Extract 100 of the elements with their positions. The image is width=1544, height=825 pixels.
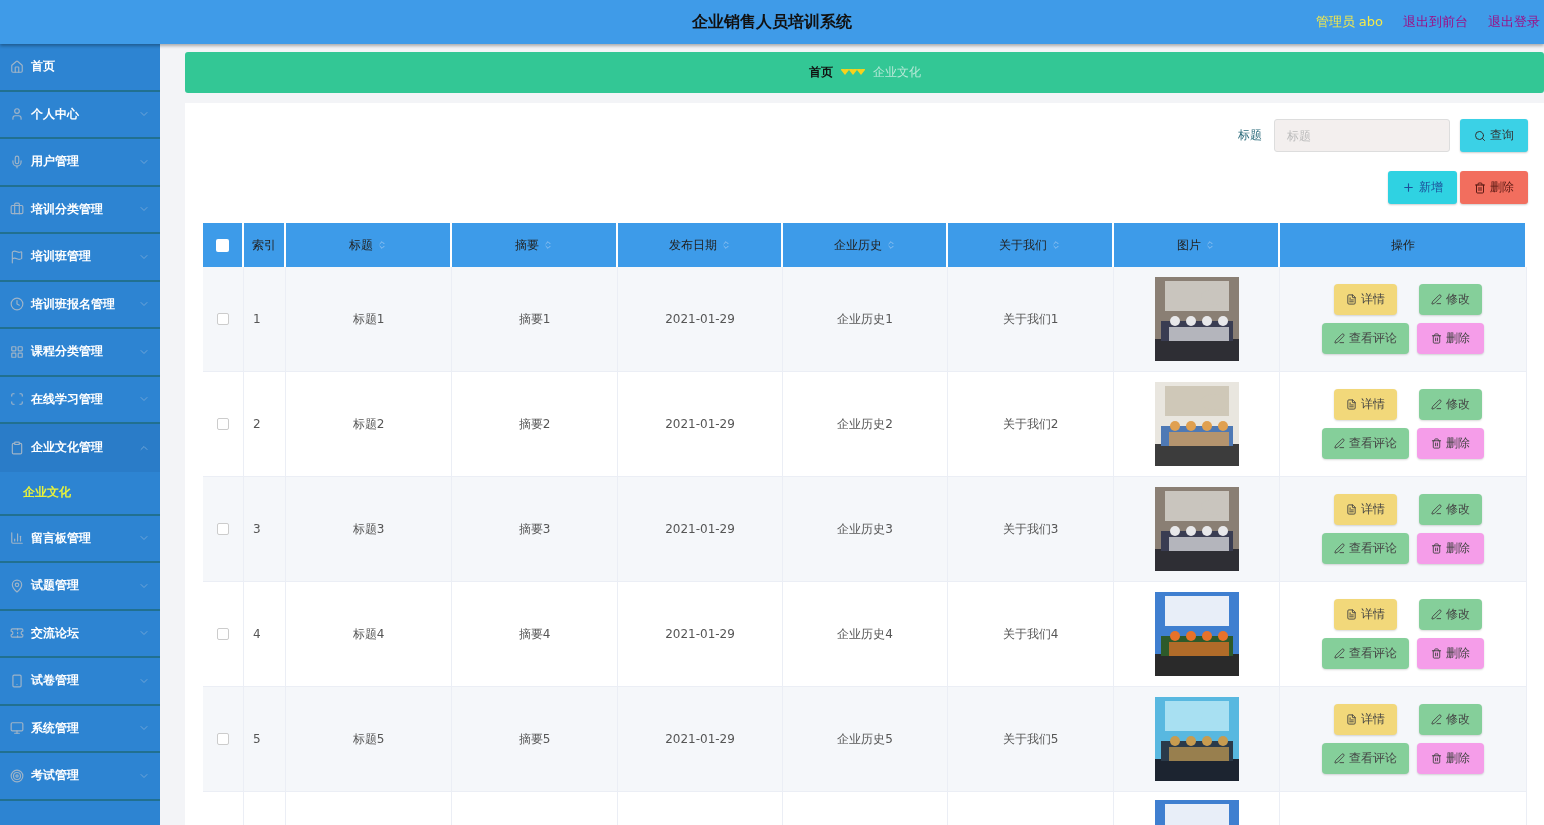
comments-button[interactable]: 查看评论	[1322, 428, 1409, 459]
row-checkbox[interactable]	[217, 313, 229, 325]
menu-item[interactable]: 系统管理	[0, 705, 160, 753]
table-cell: 摘要5	[518, 730, 551, 748]
table-cell: 企业历史3	[837, 520, 893, 538]
table-cell: 标题5	[352, 730, 385, 748]
comments-button[interactable]: 查看评论	[1322, 743, 1409, 774]
plus-icon	[1402, 181, 1415, 194]
details-button[interactable]: 详情	[1334, 704, 1397, 735]
delete-button[interactable]: 删除	[1417, 428, 1484, 459]
table-cell: 摘要4	[518, 625, 551, 643]
ticket-icon	[10, 626, 24, 641]
delete-button[interactable]: 删除	[1417, 323, 1484, 354]
menu-label: 考试管理	[31, 767, 80, 785]
menu-item[interactable]: 首页	[0, 44, 160, 92]
comments-button[interactable]: 查看评论	[1322, 533, 1409, 564]
breadcrumb-current: 企业文化	[872, 64, 921, 81]
details-button[interactable]: 详情	[1334, 494, 1397, 525]
edit-button[interactable]: 修改	[1419, 599, 1482, 630]
table-cell: 2021-01-29	[665, 627, 735, 641]
delete-button[interactable]: 删除	[1417, 533, 1484, 564]
column-header: 索引	[244, 223, 286, 267]
table-cell: 2	[253, 417, 261, 431]
edit-icon	[1334, 648, 1345, 659]
table-cell: 2021-01-29	[665, 417, 735, 431]
edit-icon	[1431, 714, 1442, 725]
submenu-item[interactable]: 企业文化	[0, 471, 160, 514]
column-header[interactable]: 摘要	[452, 223, 618, 267]
column-header: 操作	[1280, 223, 1527, 267]
row-checkbox[interactable]	[217, 418, 229, 430]
grid-icon	[10, 344, 24, 359]
table-cell: 3	[253, 522, 261, 536]
menu-label: 系统管理	[31, 719, 80, 737]
add-button[interactable]: 新增	[1388, 171, 1457, 204]
details-icon	[1346, 609, 1357, 620]
table-cell: 关于我们4	[1002, 625, 1059, 643]
edit-button[interactable]: 修改	[1419, 284, 1482, 315]
edit-button[interactable]: 修改	[1419, 389, 1482, 420]
menu-item[interactable]: 培训班报名管理	[0, 281, 160, 329]
menu-label: 课程分类管理	[31, 343, 104, 361]
select-all-checkbox[interactable]	[216, 238, 229, 252]
flag-icon	[10, 249, 24, 264]
user-name: 管理员 abo	[1315, 13, 1383, 31]
trash-icon	[1474, 181, 1486, 194]
pin-icon	[10, 578, 24, 593]
details-icon	[1346, 504, 1357, 515]
column-header[interactable]: 发布日期	[618, 223, 783, 267]
trash-icon	[1431, 438, 1442, 449]
details-button[interactable]: 详情	[1334, 284, 1397, 315]
search-label: 标题	[1238, 127, 1262, 144]
user-icon	[10, 107, 24, 122]
column-header[interactable]: 标题	[286, 223, 452, 267]
column-header[interactable]: 企业历史	[783, 223, 948, 267]
details-icon	[1346, 399, 1357, 410]
delete-button[interactable]: 删除	[1460, 171, 1528, 204]
table-cell: 摘要1	[518, 310, 551, 328]
menu-item[interactable]: 培训班管理	[0, 234, 160, 282]
menu-item[interactable]: 试卷管理	[0, 658, 160, 706]
edit-button[interactable]: 修改	[1419, 704, 1482, 735]
edit-icon	[1334, 753, 1345, 764]
comments-button[interactable]: 查看评论	[1322, 638, 1409, 669]
column-header[interactable]: 图片	[1114, 223, 1280, 267]
table-cell: 2021-01-29	[665, 732, 735, 746]
target-icon	[10, 768, 24, 783]
menu-label: 留言板管理	[31, 529, 92, 547]
menu-item[interactable]: 试题管理	[0, 563, 160, 611]
breadcrumb-home[interactable]: 首页	[808, 64, 833, 81]
menu-item[interactable]: 考试管理	[0, 753, 160, 801]
row-checkbox[interactable]	[217, 523, 229, 535]
details-button[interactable]: 详情	[1334, 599, 1397, 630]
row-checkbox[interactable]	[217, 628, 229, 640]
table-cell: 2021-01-29	[665, 522, 735, 536]
edit-button[interactable]: 修改	[1419, 494, 1482, 525]
row-checkbox[interactable]	[217, 733, 229, 745]
comments-button[interactable]: 查看评论	[1322, 323, 1409, 354]
menu-item[interactable]: 用户管理	[0, 139, 160, 187]
column-header[interactable]: 关于我们	[948, 223, 1114, 267]
trash-icon	[1431, 648, 1442, 659]
search-button[interactable]: 查询	[1460, 119, 1528, 152]
menu-item[interactable]: 交流论坛	[0, 610, 160, 658]
menu-label: 试卷管理	[31, 672, 80, 690]
menu-item[interactable]: 培训分类管理	[0, 186, 160, 234]
details-icon	[1346, 294, 1357, 305]
monitor-icon	[10, 721, 24, 736]
delete-button[interactable]: 删除	[1417, 743, 1484, 774]
details-button[interactable]: 详情	[1334, 389, 1397, 420]
menu-item[interactable]: 个人中心	[0, 91, 160, 139]
table-cell: 标题2	[352, 415, 385, 433]
menu-item[interactable]: 课程分类管理	[0, 329, 160, 377]
delete-button[interactable]: 删除	[1417, 638, 1484, 669]
menu-label: 培训班报名管理	[31, 295, 116, 313]
app-title: 企业销售人员培训系统	[692, 11, 852, 33]
table-cell: 企业历史1	[837, 310, 893, 328]
menu-item[interactable]: 留言板管理	[0, 515, 160, 563]
microphone-icon	[10, 154, 24, 169]
clock-icon	[10, 297, 24, 312]
table-cell: 5	[253, 732, 261, 746]
menu-label: 个人中心	[31, 105, 80, 123]
menu-item[interactable]: 企业文化管理	[0, 424, 160, 472]
trash-icon	[1431, 543, 1442, 554]
